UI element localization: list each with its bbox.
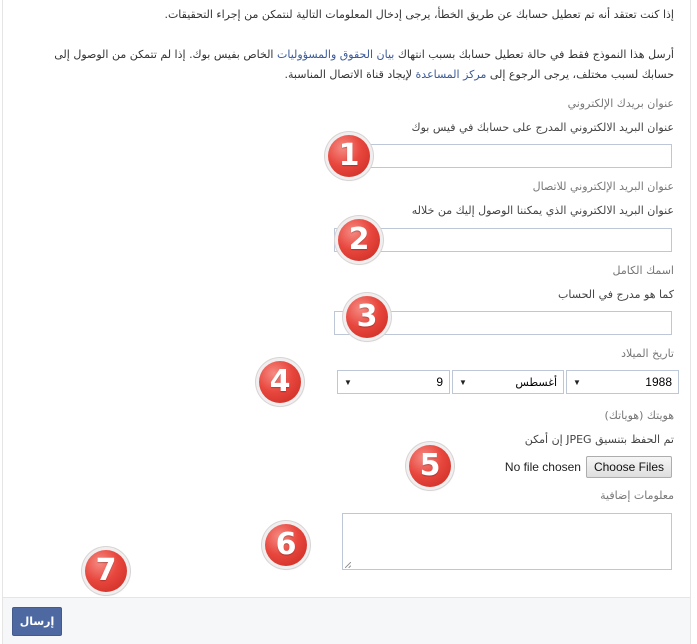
birthday-label: تاريخ الميلاد (621, 347, 674, 360)
step-badge-3: 3 (346, 296, 388, 338)
intro-text-2-part3: لإيجاد قناة الاتصال المناسبة. (284, 68, 416, 81)
dropdown-arrow-icon: ▼ (344, 377, 352, 387)
contact-email-input[interactable] (334, 228, 672, 252)
intro-text-2-part1: أرسل هذا النموذج فقط في حالة تعطيل حسابك… (394, 48, 674, 61)
file-status-text: No file chosen (504, 460, 581, 474)
step-badge-5: 5 (409, 445, 451, 487)
birthday-day-select[interactable]: ▼ 9 (337, 370, 450, 394)
resize-handle-icon[interactable] (345, 562, 351, 568)
login-email-input[interactable] (334, 144, 672, 168)
login-email-label: عنوان بريدك الإلكتروني (567, 97, 674, 110)
full-name-label: اسمك الكامل (612, 264, 674, 277)
id-upload-label: هويتك (هوياتك) (604, 409, 674, 422)
rights-responsibilities-link[interactable]: بيان الحقوق والمسؤوليات (277, 48, 394, 61)
birthday-year-value: 1988 (645, 375, 672, 389)
contact-email-label: عنوان البريد الإلكتروني للاتصال (532, 180, 674, 193)
step-badge-6: 6 (265, 524, 307, 566)
login-email-hint: عنوان البريد الالكتروني المدرج على حسابك… (411, 121, 674, 134)
form-container: إذا كنت تعتقد أنه تم تعطيل حسابك عن طريق… (2, 0, 691, 644)
choose-files-button[interactable]: Choose Files (585, 456, 672, 478)
birthday-month-value: أغسطس (515, 375, 557, 389)
birthday-year-select[interactable]: ▼ 1988 (566, 370, 679, 394)
intro-text-1: إذا كنت تعتقد أنه تم تعطيل حسابك عن طريق… (164, 8, 674, 21)
birthday-month-select[interactable]: ▼ أغسطس (452, 370, 564, 394)
id-upload-hint: تم الحفظ بتنسيق JPEG إن أمكن (524, 433, 674, 446)
contact-email-hint: عنوان البريد الالكتروني الذي يمكننا الوص… (411, 204, 674, 217)
intro-text-2: أرسل هذا النموذج فقط في حالة تعطيل حسابك… (23, 45, 674, 85)
full-name-hint: كما هو مدرج في الحساب (558, 288, 674, 301)
dropdown-arrow-icon: ▼ (573, 377, 581, 387)
form-footer (3, 597, 690, 644)
step-badge-2: 2 (338, 219, 380, 261)
step-badge-4: 4 (259, 361, 301, 403)
file-upload-control: No file chosen Choose Files (505, 456, 672, 478)
submit-button[interactable]: إرسال (12, 607, 62, 636)
birthday-day-value: 9 (436, 375, 443, 389)
additional-info-label: معلومات إضافية (600, 489, 674, 502)
step-badge-1: 1 (328, 135, 370, 177)
additional-info-textarea[interactable] (342, 513, 672, 570)
dropdown-arrow-icon: ▼ (459, 377, 467, 387)
step-badge-7: 7 (85, 550, 127, 592)
help-center-link[interactable]: مركز المساعدة (416, 68, 487, 81)
